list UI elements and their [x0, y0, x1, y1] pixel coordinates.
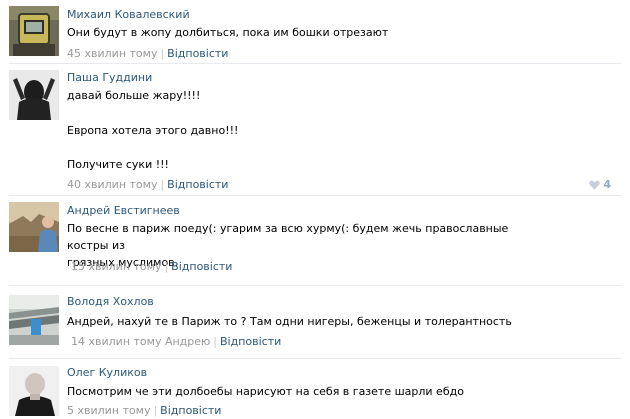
- comment-text: Андрей, нахуй те в Париж то ? Там одни н…: [67, 313, 537, 330]
- comment-text: Европа хотела этого давно!!!: [67, 122, 537, 139]
- comment-line: давай больше жару!!!!: [67, 89, 201, 102]
- reply-link[interactable]: Відповісти: [220, 335, 281, 348]
- divider: [9, 63, 621, 64]
- comment-line: Получите суки !!!: [67, 158, 169, 171]
- separator: |: [213, 335, 218, 348]
- avatar[interactable]: [9, 366, 59, 416]
- comment-line: Посмотрим че эти долбоебы нарисуют на се…: [67, 385, 464, 398]
- heart-icon: [589, 180, 601, 190]
- reply-link[interactable]: Відповісти: [160, 404, 221, 417]
- comment-time[interactable]: 14 хвилин тому: [71, 335, 161, 348]
- comment-line: Андрей, нахуй те в Париж то ? Там одни н…: [67, 315, 512, 328]
- reply-link[interactable]: Відповісти: [171, 260, 232, 273]
- avatar[interactable]: [9, 6, 59, 56]
- comment-time[interactable]: 15 хвилин тому: [71, 260, 161, 273]
- comment-author[interactable]: Андрей Евстигнеев: [67, 204, 180, 217]
- comment-meta: 40 хвилин тому | Відповісти: [67, 178, 228, 191]
- reply-link[interactable]: Відповісти: [167, 47, 228, 60]
- comment-meta: 45 хвилин тому | Відповісти: [67, 47, 228, 60]
- comment-text: Они будут в жопу долбиться, пока им бошк…: [67, 24, 537, 41]
- comment-time[interactable]: 5 хвилин тому: [67, 404, 150, 417]
- comment-text: давай больше жару!!!!: [67, 87, 537, 104]
- separator: |: [160, 47, 165, 60]
- comment-meta: 14 хвилин тому Андрею | Відповісти: [71, 335, 281, 348]
- avatar[interactable]: [9, 202, 59, 252]
- comment-line: По весне в париж поеду(: угарим за всю х…: [67, 222, 509, 252]
- comment-text: Получите суки !!!: [67, 156, 537, 173]
- comment-author[interactable]: Володя Хохлов: [67, 295, 154, 308]
- comment-time[interactable]: 45 хвилин тому: [67, 47, 157, 60]
- comment-line: Европа хотела этого давно!!!: [67, 124, 239, 137]
- avatar[interactable]: [9, 295, 59, 345]
- comment-author[interactable]: Паша Гуддини: [67, 71, 152, 84]
- divider: [9, 195, 621, 196]
- separator: |: [160, 178, 165, 191]
- separator: |: [164, 260, 169, 273]
- comment-text: Посмотрим че эти долбоебы нарисуют на се…: [67, 383, 537, 400]
- like-button[interactable]: 4: [589, 178, 611, 191]
- reply-link[interactable]: Відповісти: [167, 178, 228, 191]
- comment-time[interactable]: 40 хвилин тому: [67, 178, 157, 191]
- avatar[interactable]: [9, 70, 59, 120]
- comment-meta: 15 хвилин тому | Відповісти: [71, 260, 232, 273]
- divider: [9, 358, 621, 359]
- comment-meta: 5 хвилин тому | Відповісти: [67, 404, 221, 417]
- comment-line: Они будут в жопу долбиться, пока им бошк…: [67, 26, 389, 39]
- divider: [9, 285, 621, 286]
- reply-to-mention[interactable]: Андрею: [165, 335, 210, 348]
- like-count: 4: [603, 178, 611, 191]
- comment-author[interactable]: Михаил Ковалевский: [67, 8, 190, 21]
- separator: |: [153, 404, 158, 417]
- comment-author[interactable]: Олег Куликов: [67, 366, 147, 379]
